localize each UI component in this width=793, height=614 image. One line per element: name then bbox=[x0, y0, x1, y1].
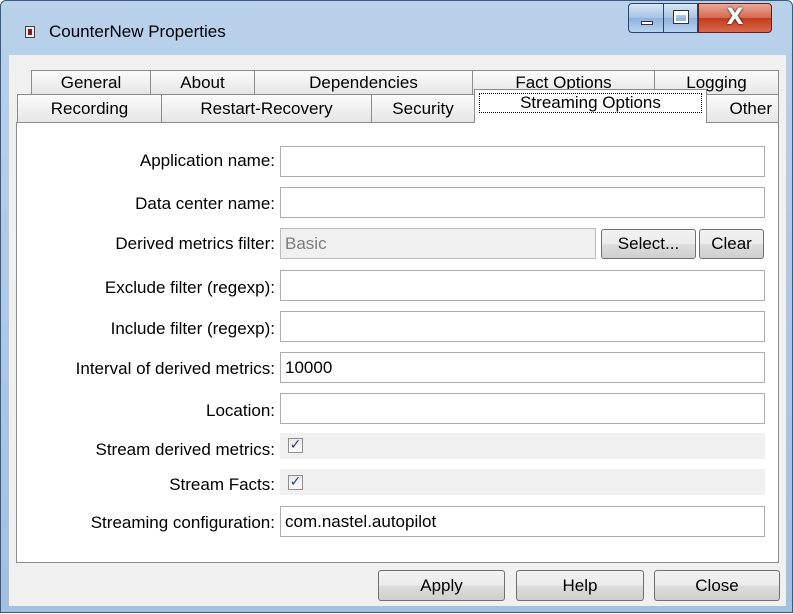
stream-derived-metrics-row bbox=[280, 433, 765, 459]
include-filter-label: Include filter (regexp): bbox=[110, 319, 275, 338]
clear-filter-button[interactable]: Clear bbox=[699, 229, 764, 259]
streaming-configuration-input[interactable]: com.nastel.autopilot bbox=[280, 506, 765, 537]
apply-button-label: Apply bbox=[420, 576, 463, 595]
include-filter-input[interactable] bbox=[280, 311, 765, 342]
exclude-filter-label: Exclude filter (regexp): bbox=[104, 278, 275, 297]
help-button-label: Help bbox=[562, 576, 598, 595]
stream-facts-checkbox[interactable]: ✓ bbox=[288, 475, 303, 490]
help-button[interactable]: Help bbox=[516, 570, 644, 601]
interval-derived-metrics-label: Interval of derived metrics: bbox=[75, 359, 275, 378]
stream-facts-row bbox=[280, 469, 765, 495]
apply-button[interactable]: Apply bbox=[378, 570, 505, 601]
select-filter-button-label: Select... bbox=[617, 234, 680, 253]
interval-derived-metrics-input[interactable]: 10000 bbox=[280, 352, 765, 383]
streaming-options-form: Application name: Data center name: Deri… bbox=[1, 1, 793, 614]
properties-window: CounterNew Properties X General About De… bbox=[0, 0, 793, 613]
application-name-label: Application name: bbox=[139, 151, 275, 170]
application-name-input[interactable] bbox=[280, 146, 765, 177]
data-center-name-input[interactable] bbox=[280, 187, 765, 218]
streaming-configuration-label: Streaming configuration: bbox=[90, 513, 275, 532]
derived-metrics-filter-label: Derived metrics filter: bbox=[115, 234, 275, 253]
stream-derived-metrics-checkbox[interactable]: ✓ bbox=[288, 438, 303, 453]
stream-facts-label: Stream Facts: bbox=[169, 475, 275, 494]
clear-filter-button-label: Clear bbox=[711, 234, 752, 253]
exclude-filter-input[interactable] bbox=[280, 270, 765, 301]
location-input[interactable] bbox=[280, 393, 765, 424]
location-label: Location: bbox=[206, 401, 275, 420]
derived-metrics-filter-input: Basic bbox=[280, 228, 596, 259]
data-center-name-label: Data center name: bbox=[135, 194, 275, 213]
select-filter-button[interactable]: Select... bbox=[601, 229, 696, 259]
stream-derived-metrics-label: Stream derived metrics: bbox=[95, 440, 276, 459]
close-button-label: Close bbox=[695, 576, 739, 595]
close-button[interactable]: Close bbox=[654, 570, 780, 601]
